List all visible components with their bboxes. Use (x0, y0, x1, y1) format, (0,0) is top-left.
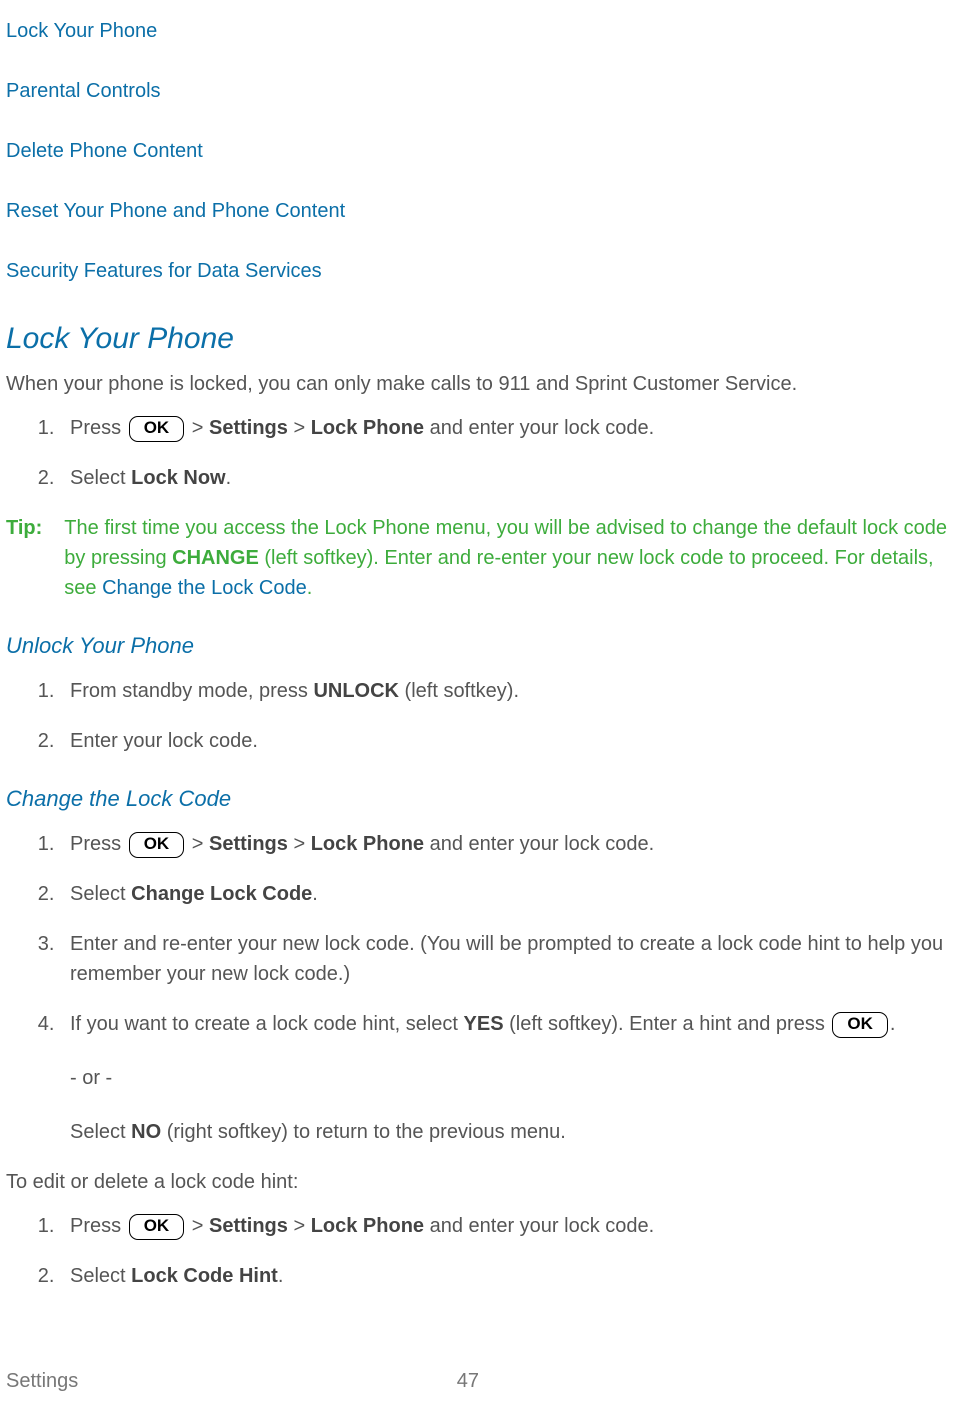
change-steps-list: Press OK > Settings > Lock Phone and ent… (6, 829, 952, 1147)
lock-steps-list: Press OK > Settings > Lock Phone and ent… (6, 413, 952, 493)
change-label: CHANGE (172, 547, 259, 569)
ok-button-icon: OK (832, 1012, 888, 1038)
toc-link-reset-your-phone[interactable]: Reset Your Phone and Phone Content (6, 196, 952, 226)
change-step-1: Press OK > Settings > Lock Phone and ent… (60, 829, 952, 859)
unlock-steps-list: From standby mode, press UNLOCK (left so… (6, 676, 952, 756)
text: and enter your lock code. (424, 1215, 654, 1237)
text: (right softkey) to return to the previou… (161, 1121, 566, 1143)
editdel-step-2: Select Lock Code Hint. (60, 1261, 952, 1291)
tip-label: Tip: (6, 513, 42, 543)
editdel-steps-list: Press OK > Settings > Lock Phone and ent… (6, 1211, 952, 1291)
change-step-4: If you want to create a lock code hint, … (60, 1009, 952, 1147)
yes-label: YES (464, 1013, 504, 1035)
text: > (186, 417, 209, 439)
lock-phone-label: Lock Phone (311, 1215, 424, 1237)
text: Select (70, 1121, 131, 1143)
text: . (278, 1265, 284, 1287)
lock-phone-label: Lock Phone (311, 417, 424, 439)
or-separator: - or - (70, 1063, 952, 1093)
heading-unlock-your-phone: Unlock Your Phone (6, 629, 952, 662)
lock-code-hint-label: Lock Code Hint (131, 1265, 278, 1287)
unlock-step-1: From standby mode, press UNLOCK (left so… (60, 676, 952, 706)
change-lock-code-label: Change Lock Code (131, 883, 312, 905)
unlock-step-2: Enter your lock code. (60, 726, 952, 756)
settings-label: Settings (209, 417, 288, 439)
toc-link-lock-your-phone[interactable]: Lock Your Phone (6, 16, 952, 46)
unlock-label: UNLOCK (313, 680, 399, 702)
text: . (890, 1013, 896, 1035)
toc-link-parental-controls[interactable]: Parental Controls (6, 76, 952, 106)
text: (left softkey). Enter a hint and press (504, 1013, 831, 1035)
alternative-text: Select NO (right softkey) to return to t… (70, 1117, 952, 1147)
text: > (288, 417, 311, 439)
page-footer: Settings 47 (6, 1366, 952, 1396)
heading-lock-your-phone: Lock Your Phone (6, 316, 952, 361)
heading-change-lock-code: Change the Lock Code (6, 782, 952, 815)
text: > (288, 833, 311, 855)
footer-page-number: 47 (457, 1366, 479, 1396)
no-label: NO (131, 1121, 161, 1143)
text: . (312, 883, 318, 905)
settings-label: Settings (209, 1215, 288, 1237)
text: Press (70, 833, 127, 855)
lock-step-1: Press OK > Settings > Lock Phone and ent… (60, 413, 952, 443)
lock-phone-label: Lock Phone (311, 833, 424, 855)
text: and enter your lock code. (424, 833, 654, 855)
text: (left softkey). (399, 680, 519, 702)
text: Select (70, 883, 131, 905)
text: and enter your lock code. (424, 417, 654, 439)
text: . (226, 467, 232, 489)
editdel-step-1: Press OK > Settings > Lock Phone and ent… (60, 1211, 952, 1241)
ok-button-icon: OK (129, 1214, 185, 1240)
toc-link-security-features[interactable]: Security Features for Data Services (6, 256, 952, 286)
edit-delete-intro: To edit or delete a lock code hint: (6, 1167, 952, 1197)
lock-step-2: Select Lock Now. (60, 463, 952, 493)
text: From standby mode, press (70, 680, 313, 702)
text: > (186, 1215, 209, 1237)
tip-text: The first time you access the Lock Phone… (64, 513, 952, 603)
ok-button-icon: OK (129, 832, 185, 858)
ok-button-icon: OK (129, 416, 185, 442)
lock-intro-text: When your phone is locked, you can only … (6, 369, 952, 399)
link-change-lock-code[interactable]: Change the Lock Code (102, 577, 307, 599)
text: Press (70, 1215, 127, 1237)
footer-section: Settings (6, 1366, 78, 1396)
toc-link-delete-phone-content[interactable]: Delete Phone Content (6, 136, 952, 166)
change-step-3: Enter and re-enter your new lock code. (… (60, 929, 952, 989)
text: > (288, 1215, 311, 1237)
text: Press (70, 417, 127, 439)
text: > (186, 833, 209, 855)
lock-now-label: Lock Now (131, 467, 225, 489)
text: Select (70, 1265, 131, 1287)
change-step-2: Select Change Lock Code. (60, 879, 952, 909)
text: If you want to create a lock code hint, … (70, 1013, 464, 1035)
settings-label: Settings (209, 833, 288, 855)
text: . (307, 577, 313, 599)
tip-block: Tip: The first time you access the Lock … (6, 513, 952, 603)
text: Select (70, 467, 131, 489)
